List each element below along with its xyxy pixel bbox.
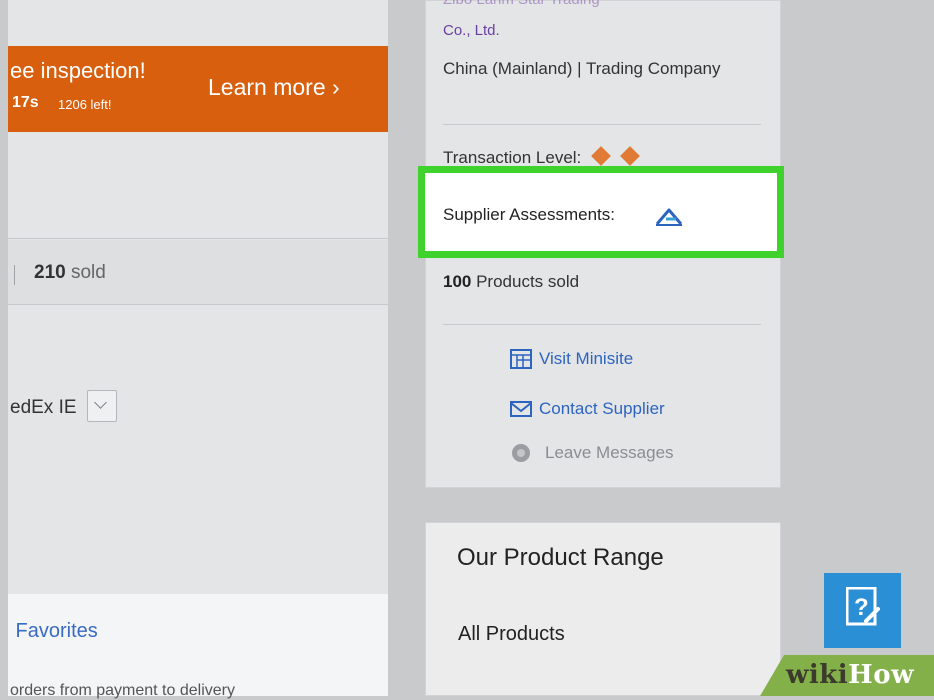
sales-bar: 210 sold xyxy=(8,240,388,304)
minisite-icon xyxy=(510,349,532,369)
sold-count: 210 sold xyxy=(34,262,106,283)
contact-supplier-link[interactable]: Contact Supplier xyxy=(509,399,665,419)
company-name[interactable]: Co., Ltd. xyxy=(443,22,500,39)
trade-assurance-note: orders from payment to delivery xyxy=(10,682,235,699)
all-products-link[interactable]: All Products xyxy=(458,623,565,646)
transaction-level: Transaction Level: xyxy=(443,146,640,168)
chevron-down-icon xyxy=(94,396,107,409)
shipping-method-label: edEx IE xyxy=(10,397,77,418)
divider xyxy=(443,324,761,325)
leave-messages-link[interactable]: Leave Messages xyxy=(509,442,674,464)
contact-supplier-label: Contact Supplier xyxy=(539,399,665,418)
divider xyxy=(443,124,761,125)
learn-more-link[interactable]: Learn more › xyxy=(208,74,340,101)
chat-icon xyxy=(512,444,530,462)
shipping-method-dropdown[interactable] xyxy=(87,390,117,422)
supplier-assessments-label: Supplier Assessments: xyxy=(443,205,615,224)
help-button[interactable]: ? xyxy=(824,573,901,648)
products-sold: 100 Products sold xyxy=(443,272,580,291)
assessment-icon[interactable] xyxy=(654,205,684,227)
watermark-text: wikiHow xyxy=(786,660,914,690)
wikihow-watermark: wikiHow xyxy=(760,655,934,696)
add-to-favorites-link[interactable]: Favorites xyxy=(10,620,98,643)
inspection-promo-banner: ee inspection! 17s 1206 left! Learn more… xyxy=(8,46,388,132)
diamond-icon xyxy=(619,146,640,166)
promo-remaining: 1206 left! xyxy=(58,97,112,112)
product-range-title: Our Product Range xyxy=(457,544,664,571)
divider xyxy=(8,238,388,239)
company-name-fragment[interactable]: Zibo Lanm Star Trading xyxy=(443,0,600,8)
divider xyxy=(8,304,388,305)
visit-minisite-link[interactable]: Visit Minisite xyxy=(509,348,633,370)
separator xyxy=(14,265,15,285)
visit-minisite-label: Visit Minisite xyxy=(539,349,634,368)
supplier-assessments-highlight: Supplier Assessments: xyxy=(418,166,784,258)
promo-title: ee inspection! xyxy=(10,58,146,83)
envelope-icon xyxy=(510,401,532,417)
favorites-section: Favorites orders from payment to deliver… xyxy=(8,594,388,699)
diamond-icon xyxy=(591,146,611,166)
leave-messages-label: Leave Messages xyxy=(545,443,674,462)
promo-timer: 17s xyxy=(12,94,39,111)
company-location-type: China (Mainland) | Trading Company xyxy=(443,59,721,78)
help-icon: ? xyxy=(846,587,880,626)
svg-text:?: ? xyxy=(854,594,869,621)
